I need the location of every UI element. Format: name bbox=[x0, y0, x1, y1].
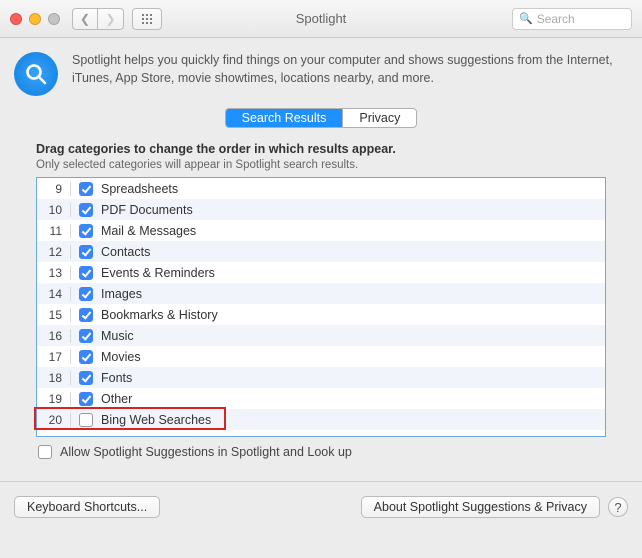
allow-suggestions-row: Allow Spotlight Suggestions in Spotlight… bbox=[38, 445, 604, 459]
drag-heading: Drag categories to change the order in w… bbox=[36, 142, 606, 156]
search-input[interactable]: 🔍 Search bbox=[512, 8, 632, 30]
row-number: 17 bbox=[37, 350, 71, 364]
category-checkbox[interactable] bbox=[79, 203, 93, 217]
footer: Keyboard Shortcuts... About Spotlight Su… bbox=[0, 481, 642, 518]
category-row[interactable]: 19 Other bbox=[37, 388, 605, 409]
category-label: Mail & Messages bbox=[101, 224, 196, 238]
category-row[interactable]: 14 Images bbox=[37, 283, 605, 304]
row-number: 9 bbox=[37, 182, 71, 196]
chevron-left-icon: ❮ bbox=[80, 12, 90, 26]
keyboard-shortcuts-button[interactable]: Keyboard Shortcuts... bbox=[14, 496, 160, 518]
category-checkbox[interactable] bbox=[79, 182, 93, 196]
tab-search-results[interactable]: Search Results bbox=[226, 109, 343, 127]
category-label: PDF Documents bbox=[101, 203, 193, 217]
category-row[interactable]: 18 Fonts bbox=[37, 367, 605, 388]
forward-button[interactable]: ❯ bbox=[98, 8, 124, 30]
row-number: 19 bbox=[37, 392, 71, 406]
category-checkbox[interactable] bbox=[79, 224, 93, 238]
row-number: 14 bbox=[37, 287, 71, 301]
category-row[interactable]: 20 Bing Web Searches bbox=[37, 409, 605, 430]
category-row[interactable]: 15 Bookmarks & History bbox=[37, 304, 605, 325]
category-row[interactable]: 17 Movies bbox=[37, 346, 605, 367]
row-number: 12 bbox=[37, 245, 71, 259]
category-label: Movies bbox=[101, 350, 141, 364]
category-label: Other bbox=[101, 392, 132, 406]
row-number: 15 bbox=[37, 308, 71, 322]
category-row[interactable]: 12 Contacts bbox=[37, 241, 605, 262]
tab-group: Search Results Privacy bbox=[14, 108, 628, 128]
grid-icon bbox=[141, 13, 153, 25]
show-all-prefs-button[interactable] bbox=[132, 8, 162, 30]
drag-subheading: Only selected categories will appear in … bbox=[36, 159, 606, 171]
category-row[interactable]: 16 Music bbox=[37, 325, 605, 346]
category-label: Bookmarks & History bbox=[101, 308, 218, 322]
content: Spotlight helps you quickly find things … bbox=[0, 38, 642, 467]
row-number: 20 bbox=[37, 413, 71, 427]
allow-suggestions-checkbox[interactable] bbox=[38, 445, 52, 459]
titlebar: ❮ ❯ Spotlight 🔍 Search bbox=[0, 0, 642, 38]
row-number: 10 bbox=[37, 203, 71, 217]
category-checkbox[interactable] bbox=[79, 287, 93, 301]
tab-privacy[interactable]: Privacy bbox=[342, 109, 416, 127]
category-label: Images bbox=[101, 287, 142, 301]
category-checkbox[interactable] bbox=[79, 350, 93, 364]
category-checkbox[interactable] bbox=[79, 245, 93, 259]
chevron-right-icon: ❯ bbox=[105, 12, 115, 26]
nav-back-forward: ❮ ❯ bbox=[72, 8, 124, 30]
minimize-window-button[interactable] bbox=[29, 13, 41, 25]
category-label: Spreadsheets bbox=[101, 182, 178, 196]
category-row[interactable]: 11 Mail & Messages bbox=[37, 220, 605, 241]
about-privacy-button[interactable]: About Spotlight Suggestions & Privacy bbox=[361, 496, 600, 518]
category-checkbox[interactable] bbox=[79, 371, 93, 385]
category-checkbox[interactable] bbox=[79, 329, 93, 343]
category-checkbox[interactable] bbox=[79, 266, 93, 280]
category-label: Bing Web Searches bbox=[101, 413, 211, 427]
category-label: Events & Reminders bbox=[101, 266, 215, 280]
close-window-button[interactable] bbox=[10, 13, 22, 25]
category-checkbox[interactable] bbox=[79, 413, 93, 427]
category-checkbox[interactable] bbox=[79, 392, 93, 406]
zoom-window-button[interactable] bbox=[48, 13, 60, 25]
category-label: Fonts bbox=[101, 371, 132, 385]
category-row[interactable]: 9 Spreadsheets bbox=[37, 178, 605, 199]
category-row[interactable]: 10 PDF Documents bbox=[37, 199, 605, 220]
allow-suggestions-label: Allow Spotlight Suggestions in Spotlight… bbox=[60, 445, 352, 459]
categories-list[interactable]: 9 Spreadsheets 10 PDF Documents 11 Mail & Mes… bbox=[36, 177, 606, 437]
window-controls bbox=[10, 13, 60, 25]
back-button[interactable]: ❮ bbox=[72, 8, 98, 30]
category-checkbox[interactable] bbox=[79, 308, 93, 322]
help-button[interactable]: ? bbox=[608, 497, 628, 517]
panel: Drag categories to change the order in w… bbox=[14, 142, 628, 459]
search-icon: 🔍 bbox=[519, 12, 533, 25]
row-number: 13 bbox=[37, 266, 71, 280]
row-number: 16 bbox=[37, 329, 71, 343]
row-number: 11 bbox=[37, 224, 71, 238]
intro-text: Spotlight helps you quickly find things … bbox=[72, 52, 628, 96]
category-label: Contacts bbox=[101, 245, 150, 259]
window-title: Spotlight bbox=[296, 11, 347, 26]
search-placeholder: Search bbox=[537, 12, 575, 26]
intro-section: Spotlight helps you quickly find things … bbox=[14, 52, 628, 96]
category-label: Music bbox=[101, 329, 134, 343]
spotlight-icon bbox=[14, 52, 58, 96]
row-number: 18 bbox=[37, 371, 71, 385]
category-row[interactable]: 13 Events & Reminders bbox=[37, 262, 605, 283]
